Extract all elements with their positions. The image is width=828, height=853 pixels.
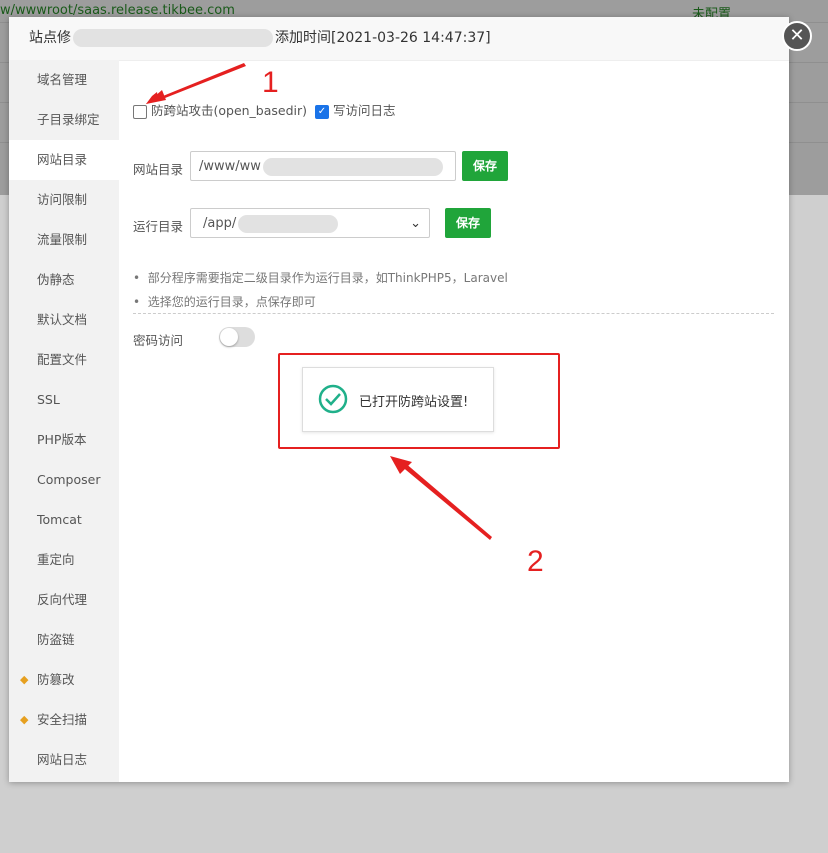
sidebar-item[interactable]: 反向代理 — [9, 580, 119, 620]
sidebar-item[interactable]: 访问限制 — [9, 180, 119, 220]
anti-xss-checkbox[interactable] — [133, 104, 147, 119]
sidebar-item-label: 反向代理 — [37, 592, 88, 607]
sidebar-item[interactable]: PHP版本 — [9, 420, 119, 460]
site-dir-save-button[interactable]: 保存 — [462, 151, 508, 181]
sidebar-item-label: 伪静态 — [37, 272, 75, 287]
tip-2: • 选择您的运行目录，点保存即可 — [133, 295, 316, 309]
sidebar-item[interactable]: 防盗链 — [9, 620, 119, 660]
sidebar-item[interactable]: ◆ 防篡改 — [9, 660, 119, 700]
gem-icon: ◆ — [20, 713, 29, 726]
access-log-label: 写访问日志 — [332, 103, 396, 118]
sidebar-item-label: 网站目录 — [37, 152, 88, 167]
sidebar-item-label: 重定向 — [37, 552, 75, 567]
sidebar-item-label: 防盗链 — [37, 632, 75, 647]
sidebar: 域名管理子目录绑定网站目录访问限制流量限制伪静态默认文档配置文件 SSL PHP版本… — [9, 60, 119, 782]
sidebar-item[interactable]: 域名管理 — [9, 60, 119, 100]
divider — [133, 313, 774, 314]
run-dir-select[interactable]: /app/⌄ — [190, 208, 430, 238]
sidebar-item[interactable]: 流量限制 — [9, 220, 119, 260]
sidebar-item-label: SSL — [37, 392, 60, 407]
dialog-title: 站点修 添加时间[2021-03-26 14:47:37] — [9, 17, 789, 61]
sidebar-item-label: Tomcat — [37, 512, 82, 527]
annotation-box — [278, 353, 560, 449]
sidebar-item[interactable]: 网站日志 — [9, 740, 119, 780]
tip-1: • 部分程序需要指定二级目录作为运行目录，如ThinkPHP5，Laravel — [133, 271, 508, 285]
sidebar-item-label: 防篡改 — [37, 672, 75, 687]
site-dir-input[interactable]: /www/ww — [190, 151, 456, 181]
gem-icon: ◆ — [20, 673, 29, 686]
annotation-number-1: 1 — [262, 66, 279, 99]
sidebar-item-label: 域名管理 — [37, 72, 88, 87]
bg-site-path: w/wwwroot/saas.release.tikbee.com — [0, 3, 235, 18]
sidebar-item[interactable]: Tomcat — [9, 500, 119, 540]
sidebar-item-label: PHP版本 — [37, 432, 87, 447]
annotation-number-2: 2 — [527, 545, 544, 578]
site-dir-label: 网站目录 — [133, 162, 184, 177]
sidebar-item[interactable]: ◆ 安全扫描 — [9, 700, 119, 740]
sidebar-item[interactable]: 默认文档 — [9, 300, 119, 340]
sidebar-item-label: 网站日志 — [37, 752, 88, 767]
sidebar-item[interactable]: SSL — [9, 380, 119, 420]
run-dir-label: 运行目录 — [133, 219, 184, 234]
run-dir-save-button[interactable]: 保存 — [445, 208, 491, 238]
sidebar-item[interactable]: 伪静态 — [9, 260, 119, 300]
sidebar-item[interactable]: 配置文件 — [9, 340, 119, 380]
sidebar-item-label: 安全扫描 — [37, 712, 88, 727]
sidebar-item[interactable]: 网站目录 — [9, 140, 119, 180]
sidebar-item-label: 流量限制 — [37, 232, 88, 247]
close-icon[interactable]: ✕ — [782, 21, 812, 51]
sidebar-item[interactable]: Composer — [9, 460, 119, 500]
sidebar-item[interactable]: 子目录绑定 — [9, 100, 119, 140]
password-access-label: 密码访问 — [133, 333, 184, 348]
access-log-checkbox[interactable]: ✓ — [315, 104, 329, 119]
sidebar-item-label: 子目录绑定 — [37, 112, 100, 127]
sidebar-item-label: 配置文件 — [37, 352, 88, 367]
sidebar-item-label: Composer — [37, 472, 101, 487]
sidebar-item[interactable]: 重定向 — [9, 540, 119, 580]
anti-xss-label: 防跨站攻击(open_basedir) — [150, 103, 308, 118]
password-access-toggle[interactable] — [219, 327, 255, 347]
access-log-option[interactable]: ✓ 写访问日志 — [315, 100, 396, 119]
chevron-down-icon: ⌄ — [410, 216, 421, 231]
sidebar-item-label: 默认文档 — [37, 312, 88, 327]
anti-xss-option[interactable]: 防跨站攻击(open_basedir) — [133, 100, 307, 119]
sidebar-item-label: 访问限制 — [37, 192, 88, 207]
